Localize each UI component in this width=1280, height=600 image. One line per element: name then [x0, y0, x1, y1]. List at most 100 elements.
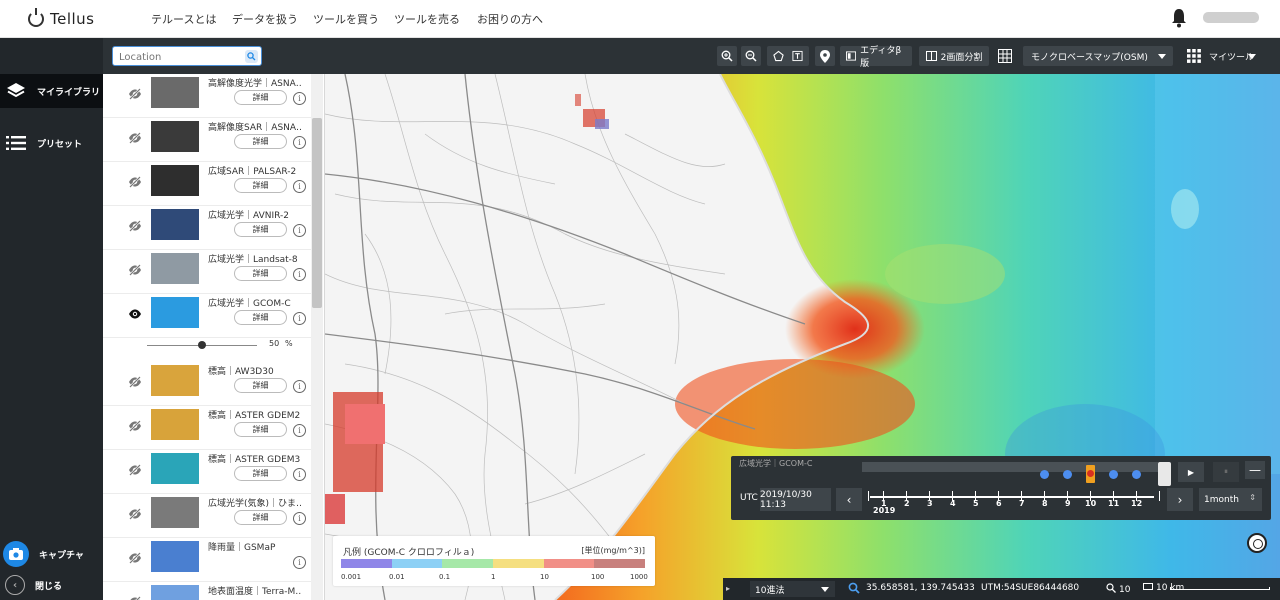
user-menu[interactable]: [1203, 12, 1259, 23]
eye-off-icon[interactable]: [128, 375, 142, 389]
time-interval-select[interactable]: 1month ⇕: [1199, 488, 1262, 511]
time-month-label[interactable]: 11: [1108, 499, 1119, 508]
zoom-out-button[interactable]: [741, 46, 761, 66]
time-month-label[interactable]: 6: [996, 499, 1002, 508]
map-view[interactable]: [325, 74, 1280, 600]
capture-button[interactable]: キャプチャ: [3, 541, 84, 567]
grid-button[interactable]: [995, 46, 1015, 66]
text-icon[interactable]: [792, 50, 803, 62]
time-month-label[interactable]: 3: [927, 499, 933, 508]
info-icon[interactable]: i: [293, 180, 306, 193]
map-canvas[interactable]: [325, 74, 1280, 600]
layer-detail-button[interactable]: 詳細: [234, 466, 287, 481]
split-screen-button[interactable]: 2画面分割: [919, 46, 989, 66]
collapse-time-panel-button[interactable]: —: [1245, 461, 1265, 479]
current-datetime[interactable]: 2019/10/30 11:13: [760, 488, 831, 511]
layer-item[interactable]: 広域光学(気象)｜ひま… 詳細 i: [103, 494, 311, 538]
layer-item[interactable]: 広域光学｜GCOM-C 詳細 i: [103, 294, 311, 338]
eye-off-icon[interactable]: [128, 87, 142, 101]
coordinate-notation-select[interactable]: 10進法: [750, 581, 835, 597]
opacity-slider-handle[interactable]: [198, 341, 206, 349]
eye-off-icon[interactable]: [128, 419, 142, 433]
layer-detail-button[interactable]: 詳細: [234, 422, 287, 437]
layer-item[interactable]: 標高｜AW3D30 詳細 i: [103, 362, 311, 406]
editor-beta-button[interactable]: エディタβ版: [840, 46, 912, 69]
time-month-label[interactable]: 9: [1065, 499, 1071, 508]
polygon-icon[interactable]: [773, 50, 784, 62]
nav-sell-tools[interactable]: ツールを売る: [394, 11, 460, 27]
info-icon[interactable]: i: [293, 468, 306, 481]
time-scroll-control[interactable]: [1158, 462, 1171, 486]
time-month-label[interactable]: 12: [1131, 499, 1142, 508]
info-icon[interactable]: i: [293, 136, 306, 149]
time-data-dot[interactable]: [1132, 470, 1141, 479]
info-icon[interactable]: i: [293, 224, 306, 237]
play-button[interactable]: ▶: [1178, 462, 1204, 482]
layer-detail-button[interactable]: 詳細: [234, 378, 287, 393]
logo[interactable]: Tellus: [28, 8, 95, 29]
time-month-label[interactable]: 8: [1042, 499, 1048, 508]
basemap-select[interactable]: モノクロベースマップ(OSM): [1023, 46, 1173, 66]
time-month-label[interactable]: 4: [950, 499, 956, 508]
time-month-label[interactable]: 5: [973, 499, 979, 508]
chevron-right-icon[interactable]: ▸: [726, 584, 730, 593]
location-search-input[interactable]: [112, 46, 262, 66]
time-month-label[interactable]: 1: [881, 499, 887, 508]
rail-my-library[interactable]: マイライブラリ: [0, 74, 103, 108]
rail-preset[interactable]: プリセット: [0, 126, 103, 160]
time-month-label[interactable]: 2: [904, 499, 910, 508]
layer-item[interactable]: 高解像度光学｜ASNA… 詳細 i: [103, 74, 311, 118]
layer-detail-button[interactable]: 詳細: [234, 90, 287, 105]
eye-off-icon[interactable]: [128, 175, 142, 189]
nav-help[interactable]: お困りの方へ: [477, 11, 543, 27]
time-data-dot[interactable]: [1040, 470, 1049, 479]
time-data-dot[interactable]: [1109, 470, 1118, 479]
layer-panel-scroll-thumb[interactable]: [312, 118, 322, 308]
layer-item[interactable]: 広域SAR｜PALSAR-2 詳細 i: [103, 162, 311, 206]
eye-off-icon[interactable]: [128, 219, 142, 233]
eye-icon[interactable]: [128, 307, 142, 321]
info-icon[interactable]: i: [293, 512, 306, 525]
compass-icon[interactable]: [1247, 533, 1267, 553]
layer-item[interactable]: 地表面温度｜Terra-M…i: [103, 582, 311, 600]
layer-item[interactable]: 標高｜ASTER GDEM3 詳細 i: [103, 450, 311, 494]
eye-off-icon[interactable]: [128, 551, 142, 565]
time-data-dot[interactable]: [1063, 470, 1072, 479]
eye-off-icon[interactable]: [128, 507, 142, 521]
eye-off-icon[interactable]: [128, 595, 142, 600]
time-current-marker[interactable]: [1086, 465, 1095, 483]
zoom-in-button[interactable]: [717, 46, 737, 66]
layer-item[interactable]: 高解像度SAR｜ASNA… 詳細 i: [103, 118, 311, 162]
eye-off-icon[interactable]: [128, 463, 142, 477]
marker-button[interactable]: [815, 46, 835, 66]
layer-detail-button[interactable]: 詳細: [234, 266, 287, 281]
eye-off-icon[interactable]: [128, 131, 142, 145]
layer-detail-button[interactable]: 詳細: [234, 310, 287, 325]
layer-detail-button[interactable]: 詳細: [234, 222, 287, 237]
search-icon[interactable]: [245, 50, 258, 63]
layer-detail-button[interactable]: 詳細: [234, 510, 287, 525]
info-icon[interactable]: i: [293, 312, 306, 325]
info-icon[interactable]: i: [293, 92, 306, 105]
pause-button[interactable]: ⏸: [1213, 462, 1239, 482]
info-icon[interactable]: i: [293, 556, 306, 569]
layer-item[interactable]: 広域光学｜Landsat-8 詳細 i: [103, 250, 311, 294]
info-icon[interactable]: i: [293, 380, 306, 393]
time-axis[interactable]: [870, 496, 1154, 498]
bell-icon[interactable]: [1171, 8, 1187, 28]
time-month-label[interactable]: 7: [1019, 499, 1025, 508]
nav-data[interactable]: データを扱う: [232, 11, 298, 27]
layer-item[interactable]: 標高｜ASTER GDEM2 詳細 i: [103, 406, 311, 450]
time-month-label[interactable]: 10: [1085, 499, 1096, 508]
prev-time-button[interactable]: ‹: [836, 488, 862, 511]
next-time-button[interactable]: ›: [1167, 488, 1193, 511]
layer-item[interactable]: 降雨量｜GSMaP i: [103, 538, 311, 582]
layer-detail-button[interactable]: 詳細: [234, 134, 287, 149]
info-icon[interactable]: i: [293, 424, 306, 437]
info-icon[interactable]: i: [293, 268, 306, 281]
eye-off-icon[interactable]: [128, 263, 142, 277]
search-icon[interactable]: [848, 582, 860, 594]
my-tools-menu[interactable]: マイツール: [1179, 46, 1263, 66]
layer-detail-button[interactable]: 詳細: [234, 178, 287, 193]
nav-about[interactable]: テルースとは: [151, 11, 216, 27]
